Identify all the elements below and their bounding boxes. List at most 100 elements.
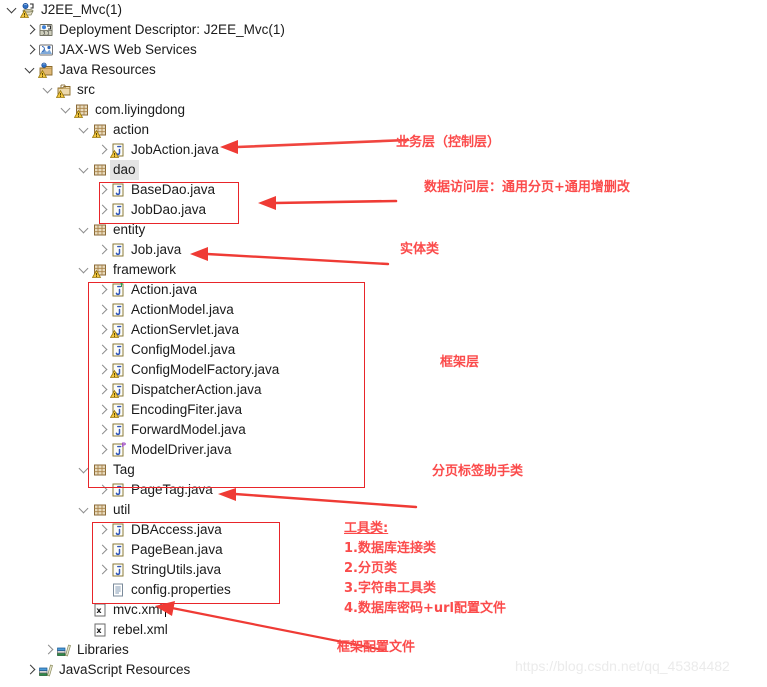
annotation-business-layer: 业务层（控制层）: [396, 135, 501, 150]
chevron-down-icon[interactable]: [78, 260, 92, 280]
tree-row[interactable]: Action.java: [0, 280, 420, 300]
java-file-warning-icon: [110, 382, 126, 398]
svg-text:P: P: [122, 442, 126, 449]
tree-row-label: Tag: [113, 462, 135, 477]
chevron-down-icon[interactable]: [6, 0, 20, 20]
chevron-down-icon[interactable]: [24, 60, 38, 80]
chevron-right-icon[interactable]: [96, 400, 110, 420]
tree-row[interactable]: 3.1 Deployment Descriptor: J2EE_Mvc(1): [0, 20, 420, 40]
chevron-down-icon[interactable]: [78, 460, 92, 480]
chevron-right-icon[interactable]: [24, 40, 38, 60]
annotation-pagetag-helper: 分页标签助手类: [432, 464, 524, 479]
source-folder-icon: [56, 82, 72, 98]
tree-row-label: J2EE_Mvc(1): [41, 2, 123, 17]
arrow-to-jobjava: [190, 247, 390, 266]
tree-row[interactable]: P ModelDriver.java: [0, 440, 420, 460]
chevron-right-icon[interactable]: [96, 420, 110, 440]
chevron-right-icon[interactable]: [96, 560, 110, 580]
tree-row[interactable]: J2EE_Mvc(1): [0, 0, 420, 20]
chevron-down-icon[interactable]: [78, 500, 92, 520]
package-warning-icon: [74, 102, 90, 118]
chevron-right-icon[interactable]: [42, 640, 56, 660]
chevron-right-icon[interactable]: [96, 200, 110, 220]
java-file-warning-icon: [110, 142, 126, 158]
tree-row[interactable]: ForwardModel.java: [0, 420, 420, 440]
tree-row-label: dao: [110, 160, 139, 180]
annotation-framework-layer: 框架层: [440, 355, 480, 370]
tree-row-label: JAX-WS Web Services: [59, 42, 197, 57]
tree-row-label: framework: [113, 262, 177, 277]
java-file-icon: [110, 202, 126, 218]
libraries-icon: [56, 642, 72, 658]
chevron-right-icon[interactable]: [96, 300, 110, 320]
chevron-down-icon[interactable]: [78, 220, 92, 240]
xml-file-icon: x: [92, 622, 108, 638]
annotation-data-access-layer: 数据访问层：通用分页+通用增删改: [424, 180, 630, 195]
chevron-right-icon[interactable]: [96, 540, 110, 560]
java-generic-icon: P: [110, 442, 126, 458]
tree-row-label: action: [113, 122, 150, 137]
tree-row[interactable]: JavaScript Resources: [0, 660, 420, 680]
annotation-entity-class: 实体类: [400, 242, 440, 257]
tree-row[interactable]: DispatcherAction.java: [0, 380, 420, 400]
tree-row[interactable]: ActionServlet.java: [0, 320, 420, 340]
chevron-down-icon[interactable]: [42, 80, 56, 100]
tree-row-label: StringUtils.java: [131, 562, 222, 577]
chevron-right-icon[interactable]: [96, 180, 110, 200]
properties-file-icon: [110, 582, 126, 598]
chevron-right-icon[interactable]: [96, 380, 110, 400]
svg-text:x: x: [96, 606, 102, 615]
tree-row[interactable]: ConfigModel.java: [0, 340, 420, 360]
chevron-right-icon[interactable]: [24, 660, 38, 680]
tree-row[interactable]: EncodingFiter.java: [0, 400, 420, 420]
tree-row[interactable]: ConfigModelFactory.java: [0, 360, 420, 380]
chevron-right-icon[interactable]: [96, 340, 110, 360]
package-icon: [92, 162, 108, 178]
chevron-right-icon[interactable]: [96, 440, 110, 460]
chevron-right-icon[interactable]: [24, 20, 38, 40]
java-file-icon: [110, 562, 126, 578]
tree-row[interactable]: ActionModel.java: [0, 300, 420, 320]
annotation-util-title: 工具类:: [344, 521, 389, 536]
tree-row[interactable]: action: [0, 120, 420, 140]
java-file-warning-icon: [110, 402, 126, 418]
java-file-icon: [110, 482, 126, 498]
arrow-to-pagetag: [218, 488, 418, 509]
tree-row-label: Action.java: [131, 282, 198, 297]
tree-row[interactable]: Java Resources: [0, 60, 420, 80]
package-icon: [92, 462, 108, 478]
chevron-right-icon[interactable]: [96, 520, 110, 540]
chevron-right-icon[interactable]: [96, 240, 110, 260]
tree-row-label: com.liyingdong: [95, 102, 186, 117]
tree-row[interactable]: dao: [0, 160, 420, 180]
java-file-icon: [110, 422, 126, 438]
chevron-down-icon[interactable]: [78, 120, 92, 140]
java-file-warning-icon: [110, 362, 126, 378]
tree-row[interactable]: src: [0, 80, 420, 100]
tree-row[interactable]: JAX-WS Web Services: [0, 40, 420, 60]
java-resources-icon: [38, 62, 54, 78]
package-warning-icon: [92, 122, 108, 138]
chevron-down-icon[interactable]: [78, 160, 92, 180]
tree-row[interactable]: entity: [0, 220, 420, 240]
chevron-down-icon[interactable]: [60, 100, 74, 120]
tree-row-label: ModelDriver.java: [131, 442, 232, 457]
chevron-right-icon[interactable]: [96, 480, 110, 500]
tree-row[interactable]: com.liyingdong: [0, 100, 420, 120]
chevron-right-icon[interactable]: [96, 140, 110, 160]
tree-row-label: ActionModel.java: [131, 302, 234, 317]
tree-row-label: config.properties: [131, 582, 231, 597]
tree-row-label: Libraries: [77, 642, 129, 657]
jaxws-icon: [38, 42, 54, 58]
chevron-right-icon[interactable]: [96, 360, 110, 380]
tree-row-label: BaseDao.java: [131, 182, 216, 197]
arrow-to-jobaction: [220, 138, 410, 154]
tree-row-label: src: [77, 82, 95, 97]
chevron-right-icon[interactable]: [96, 280, 110, 300]
tree-row-label: ConfigModel.java: [131, 342, 236, 357]
java-file-icon: [110, 242, 126, 258]
tree-row[interactable]: Tag: [0, 460, 420, 480]
annotation-util-item-2: 2.分页类: [344, 561, 397, 576]
chevron-right-icon[interactable]: [96, 320, 110, 340]
